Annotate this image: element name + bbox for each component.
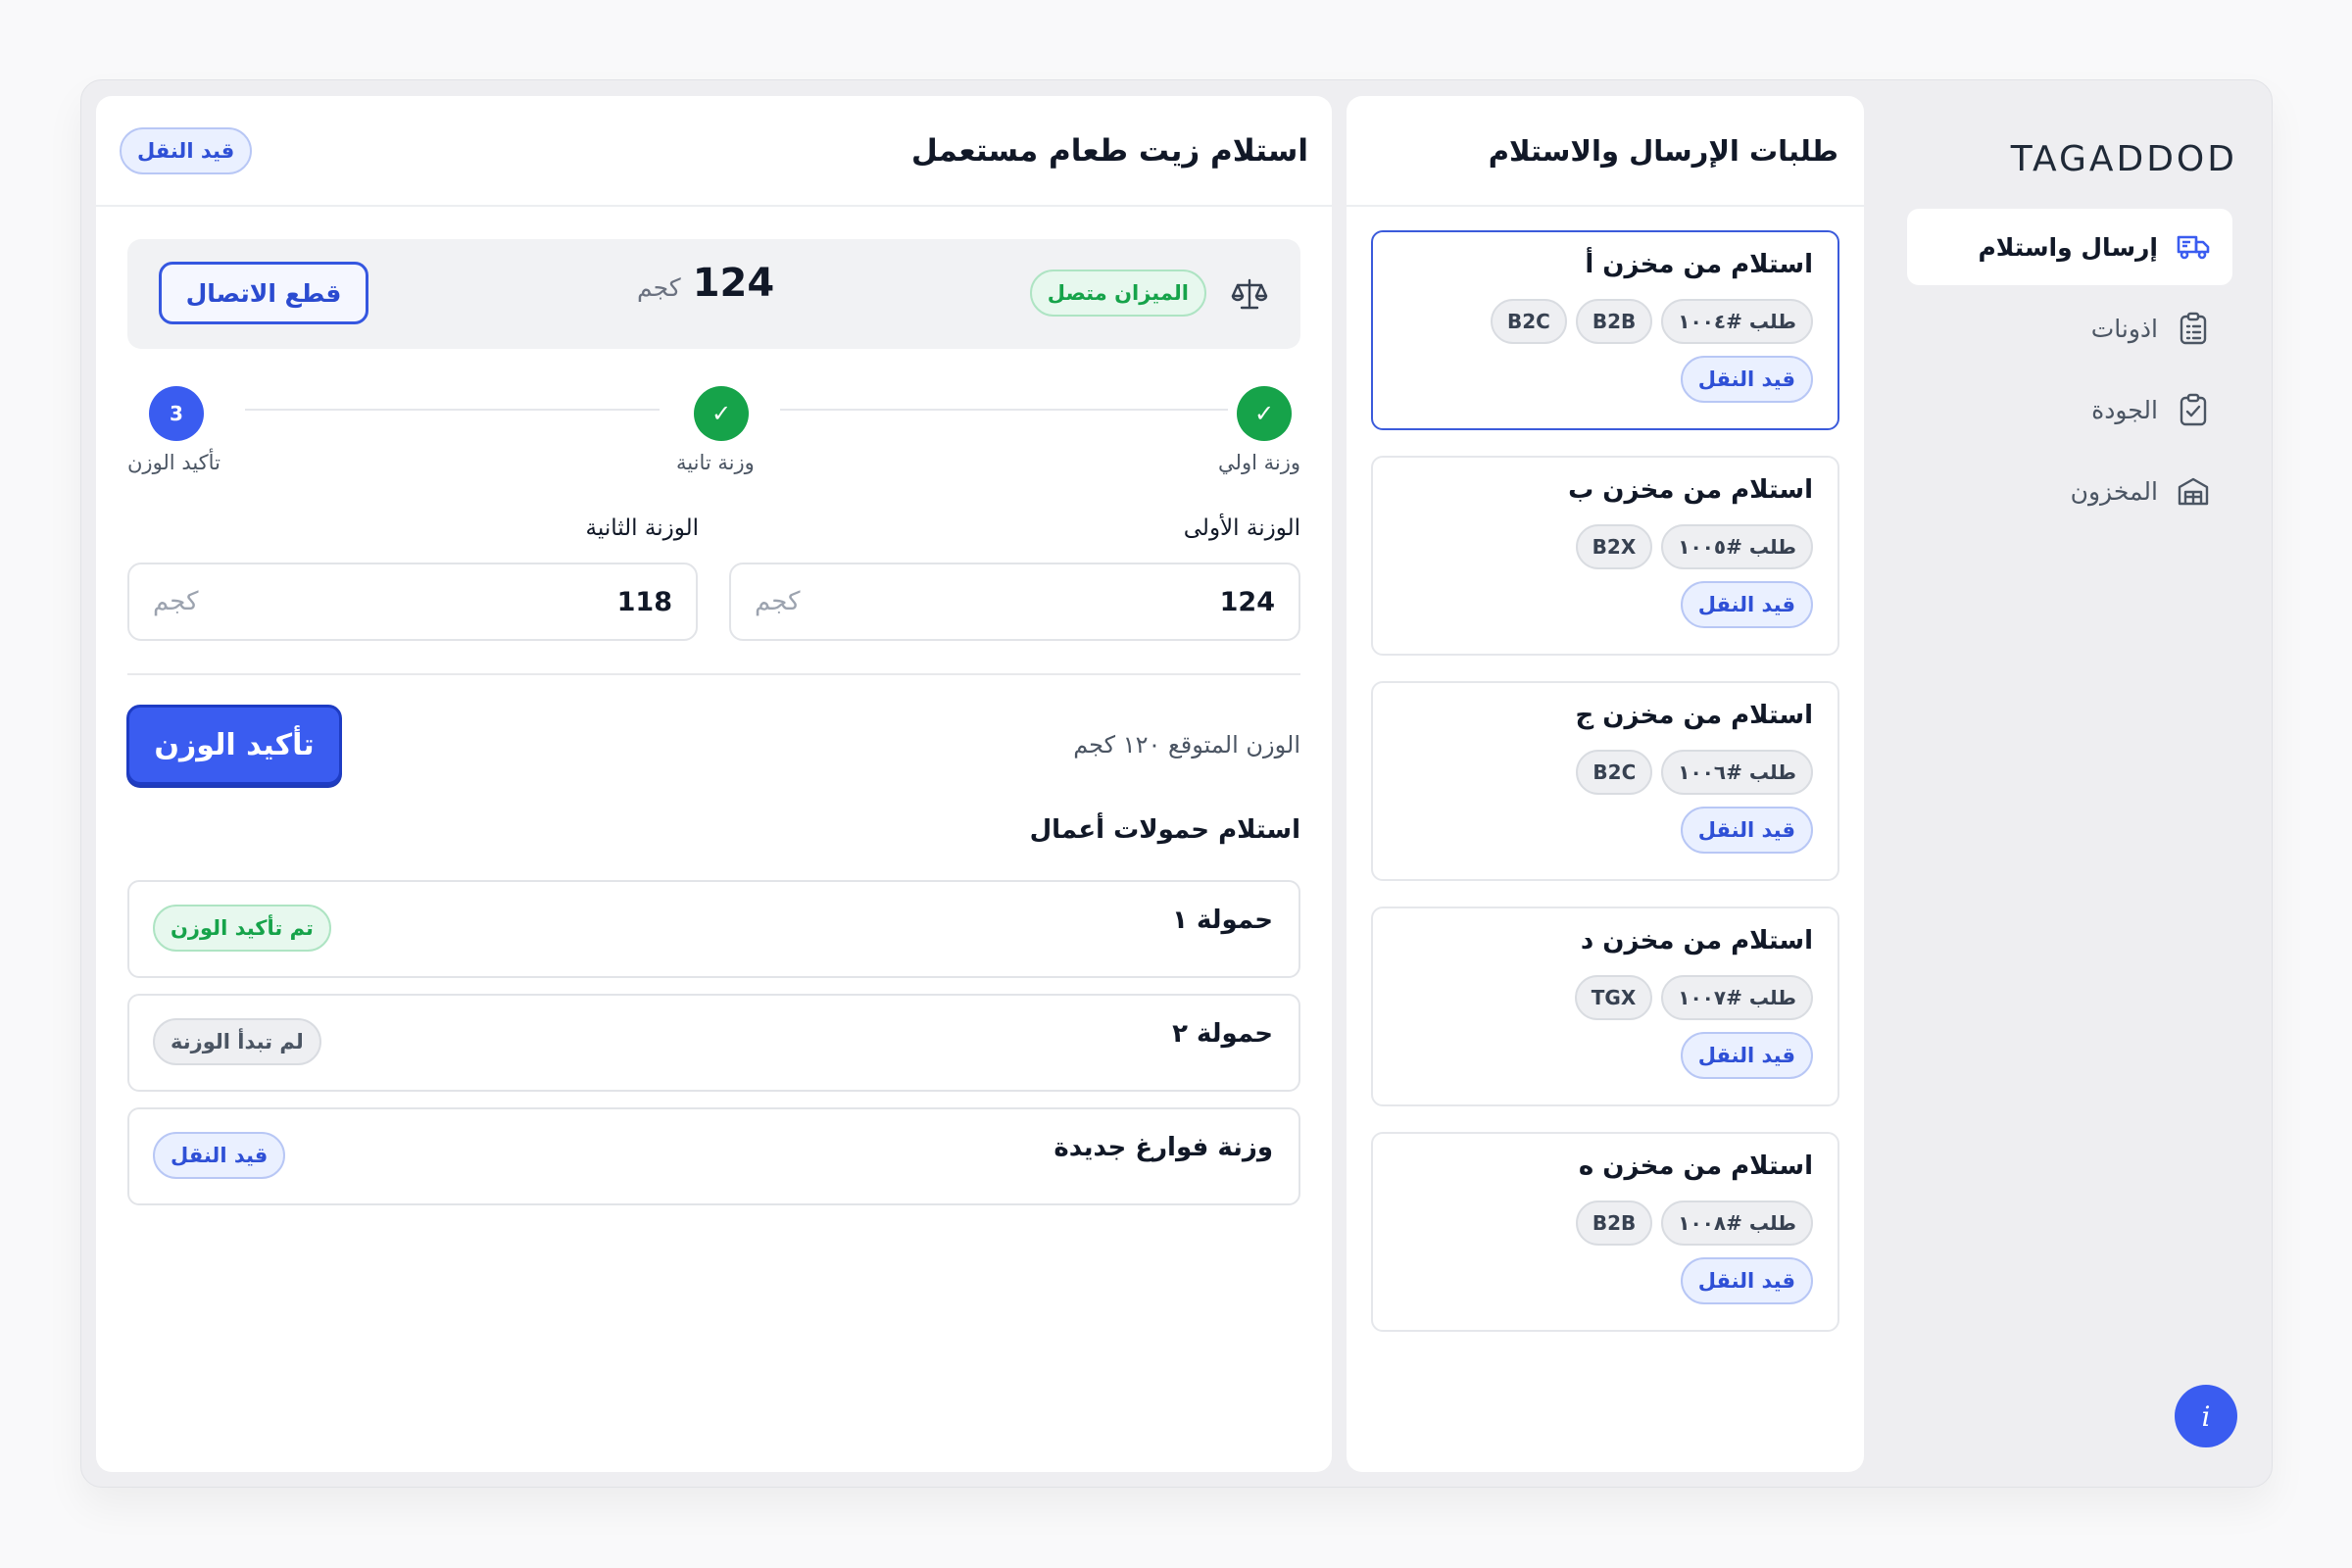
request-tags: B2C طلب #١٠٠٦ xyxy=(1576,750,1813,795)
sidebar-item-permits[interactable]: اذونات xyxy=(1907,290,2232,367)
load-status: لم تبدأ الوزنة xyxy=(153,1018,321,1065)
channel-tag: B2B xyxy=(1575,1200,1653,1246)
step-connector xyxy=(245,409,660,411)
app-window: TAGADDOD إرسال واستلام اذونات الجودة الم… xyxy=(80,79,2273,1488)
sidebar-item-label: اذونات xyxy=(2090,314,2158,343)
request-card[interactable]: استلام من مخزن أ B2C B2B طلب #١٠٠٤ قيد ا… xyxy=(1371,230,1839,430)
order-number-tag: طلب #١٠٠٨ xyxy=(1661,1200,1813,1246)
scale-reading: كجم 124 xyxy=(637,261,774,306)
disconnect-button[interactable]: قطع الاتصال xyxy=(159,262,368,324)
clipboard-check-icon xyxy=(2176,392,2211,427)
scale-icon xyxy=(1230,274,1269,314)
second-weight-value: 118 xyxy=(616,586,672,617)
request-card[interactable]: استلام من مخزن ب B2X طلب #١٠٠٥ قيد النقل xyxy=(1371,456,1839,656)
status-badge: قيد النقل xyxy=(153,1132,286,1179)
step-connector xyxy=(780,409,1228,411)
scale-bar: قطع الاتصال كجم 124 الميزان متصل xyxy=(127,239,1300,349)
status-badge: قيد النقل xyxy=(1680,581,1813,628)
channel-tag: B2X xyxy=(1575,524,1653,569)
scale-status-badge: الميزان متصل xyxy=(1029,270,1206,317)
main-panel: قيد النقل استلام زيت طعام مستعمل قطع الا… xyxy=(96,96,1332,1472)
request-card[interactable]: استلام من مخزن د TGX طلب #١٠٠٧ قيد النقل xyxy=(1371,906,1839,1106)
step-1-label: وزنة اولي xyxy=(1218,451,1300,474)
step-3-indicator: 3 xyxy=(149,386,204,441)
expected-weight: الوزن المتوقع ١٢٠ كجم xyxy=(1073,731,1300,759)
sidebar-item-inventory[interactable]: المخزون xyxy=(1907,453,2232,529)
step-2-label: وزنة تانية xyxy=(676,451,755,474)
loads-section-title: استلام حمولات أعمال xyxy=(1029,815,1300,845)
request-card[interactable]: استلام من مخزن ه B2B طلب #١٠٠٨ قيد النقل xyxy=(1371,1132,1839,1332)
status-badge: تم تأكيد الوزن xyxy=(153,905,331,952)
request-tags: B2B طلب #١٠٠٨ xyxy=(1575,1200,1813,1246)
first-weight-label: الوزنة الأولى xyxy=(1183,515,1300,541)
step-2-check-icon: ✓ xyxy=(694,386,749,441)
status-badge: لم تبدأ الوزنة xyxy=(153,1018,321,1065)
order-number-tag: طلب #١٠٠٤ xyxy=(1661,299,1813,344)
sidebar-item-label: الجودة xyxy=(2091,395,2158,424)
main-header: قيد النقل استلام زيت طعام مستعمل xyxy=(96,96,1332,207)
request-title: استلام من مخزن أ xyxy=(1585,250,1813,279)
request-tags: B2X طلب #١٠٠٥ xyxy=(1575,524,1813,569)
clipboard-list-icon xyxy=(2176,311,2211,346)
second-weight-field[interactable]: كجم 118 xyxy=(127,563,698,641)
status-badge: قيد النقل xyxy=(1680,1032,1813,1079)
requests-panel: طلبات الإرسال والاستلام استلام من مخزن أ… xyxy=(1347,96,1864,1472)
weighing-stepper: 3 تأكيد الوزن ✓ وزنة تانية ✓ وزنة اولي xyxy=(127,386,1300,484)
second-weight-label: الوزنة الثانية xyxy=(585,515,699,541)
first-weight-unit: كجم xyxy=(755,587,801,616)
info-button[interactable]: i xyxy=(2175,1385,2237,1447)
channel-tag: B2B xyxy=(1575,299,1653,344)
sidebar-item-label: المخزون xyxy=(2070,476,2158,506)
warehouse-icon xyxy=(2176,473,2211,509)
app-logo: TAGADDOD xyxy=(2010,139,2237,179)
sidebar-nav: إرسال واستلام اذونات الجودة المخزون xyxy=(1907,209,2232,534)
load-status: قيد النقل xyxy=(153,1132,286,1179)
status-badge: قيد النقل xyxy=(1680,807,1813,854)
status-badge: قيد النقل xyxy=(120,126,253,174)
scale-unit: كجم xyxy=(637,273,681,302)
request-title: استلام من مخزن ه xyxy=(1578,1152,1813,1181)
truck-icon xyxy=(2176,229,2211,265)
order-number-tag: طلب #١٠٠٧ xyxy=(1661,975,1813,1020)
load-row[interactable]: وزنة فوارغ جديدة قيد النقل xyxy=(127,1107,1300,1205)
request-tags: B2C B2B طلب #١٠٠٤ xyxy=(1491,299,1813,344)
requests-list: استلام من مخزن أ B2C B2B طلب #١٠٠٤ قيد ا… xyxy=(1347,230,1864,1332)
requests-title: طلبات الإرسال والاستلام xyxy=(1488,133,1838,168)
step-1-check-icon: ✓ xyxy=(1237,386,1292,441)
order-number-tag: طلب #١٠٠٥ xyxy=(1661,524,1813,569)
first-weight-value: 124 xyxy=(1219,586,1275,617)
load-name: وزنة فوارغ جديدة xyxy=(1054,1133,1273,1162)
sidebar-item-label: إرسال واستلام xyxy=(1978,232,2158,262)
load-row[interactable]: حمولة ٢ لم تبدأ الوزنة xyxy=(127,994,1300,1092)
load-name: حمولة ١ xyxy=(1172,906,1273,935)
request-tags: TGX طلب #١٠٠٧ xyxy=(1574,975,1813,1020)
request-card[interactable]: استلام من مخزن ج B2C طلب #١٠٠٦ قيد النقل xyxy=(1371,681,1839,881)
step-3-label: تأكيد الوزن xyxy=(127,451,220,474)
request-title: استلام من مخزن ب xyxy=(1568,475,1813,505)
load-status: تم تأكيد الوزن xyxy=(153,905,331,952)
request-title: استلام من مخزن د xyxy=(1580,926,1813,956)
channel-tag: TGX xyxy=(1574,975,1653,1020)
channel-tag: B2C xyxy=(1576,750,1653,795)
sidebar-item-quality[interactable]: الجودة xyxy=(1907,371,2232,448)
confirm-weight-button[interactable]: تأكيد الوزن xyxy=(126,705,342,785)
request-title: استلام من مخزن ج xyxy=(1575,701,1813,730)
first-weight-field[interactable]: كجم 124 xyxy=(729,563,1300,641)
status-badge: قيد النقل xyxy=(1680,1257,1813,1304)
second-weight-unit: كجم xyxy=(153,587,199,616)
sidebar-item-shipping[interactable]: إرسال واستلام xyxy=(1907,209,2232,285)
scale-value: 124 xyxy=(692,261,775,306)
load-name: حمولة ٢ xyxy=(1172,1019,1273,1049)
load-row[interactable]: حمولة ١ تم تأكيد الوزن xyxy=(127,880,1300,978)
section-divider xyxy=(127,673,1300,675)
order-number-tag: طلب #١٠٠٦ xyxy=(1661,750,1813,795)
requests-header: طلبات الإرسال والاستلام xyxy=(1347,96,1864,207)
status-badge: قيد النقل xyxy=(1680,356,1813,403)
page-title: استلام زيت طعام مستعمل xyxy=(910,132,1308,169)
channel-tag: B2C xyxy=(1491,299,1567,344)
